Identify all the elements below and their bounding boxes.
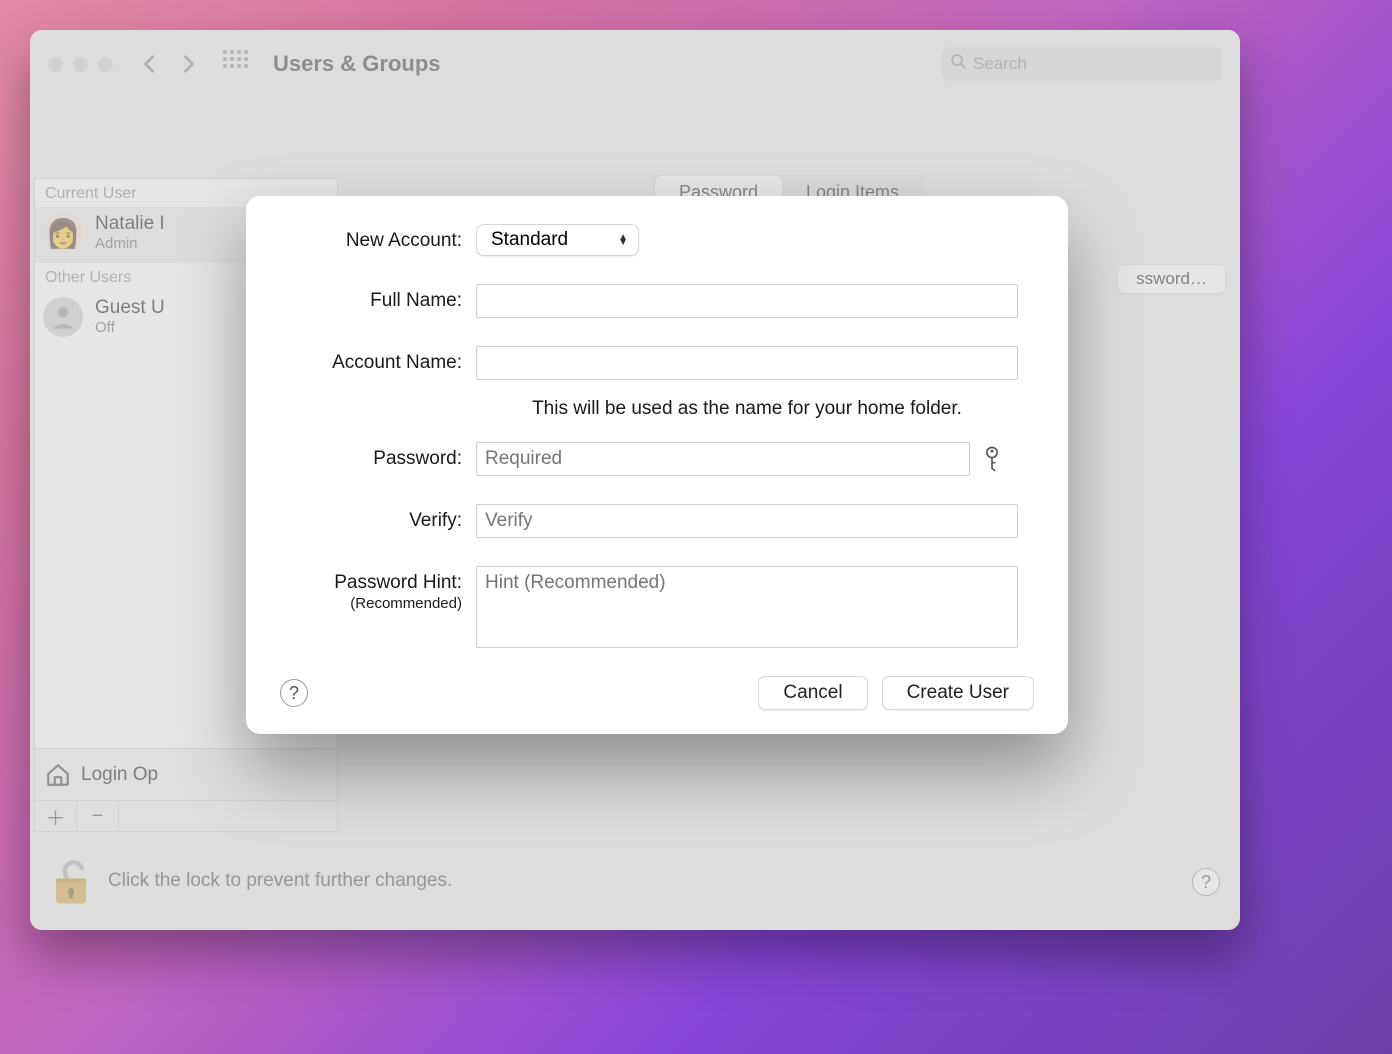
hint-field[interactable] bbox=[476, 566, 1018, 648]
new-account-label: New Account: bbox=[280, 224, 476, 253]
search-input[interactable]: Search bbox=[942, 47, 1222, 81]
user-role: Off bbox=[95, 319, 165, 336]
user-name: Natalie I bbox=[95, 214, 165, 235]
change-password-button[interactable]: ssword… bbox=[1117, 264, 1226, 294]
footer: Click the lock to prevent further change… bbox=[30, 832, 1240, 930]
help-button[interactable]: ? bbox=[280, 679, 308, 707]
lock-icon[interactable] bbox=[50, 856, 92, 906]
full-name-label: Full Name: bbox=[280, 284, 476, 313]
password-label: Password: bbox=[280, 442, 476, 471]
create-user-button[interactable]: Create User bbox=[882, 676, 1034, 710]
lock-help-text: Click the lock to prevent further change… bbox=[108, 870, 452, 892]
close-window-button[interactable] bbox=[48, 57, 63, 72]
new-account-type-value: Standard bbox=[491, 229, 568, 251]
account-name-field[interactable] bbox=[476, 346, 1018, 380]
add-remove-bar: ＋ − bbox=[35, 800, 337, 831]
toolbar: Users & Groups Search bbox=[30, 30, 1240, 98]
user-name: Guest U bbox=[95, 298, 165, 319]
zoom-window-button[interactable] bbox=[98, 57, 113, 72]
key-icon[interactable] bbox=[982, 446, 1002, 472]
account-name-label: Account Name: bbox=[280, 346, 476, 375]
avatar bbox=[43, 297, 83, 337]
full-name-field[interactable] bbox=[476, 284, 1018, 318]
search-placeholder: Search bbox=[973, 54, 1027, 74]
search-icon bbox=[950, 53, 967, 75]
chevron-up-down-icon: ▲▼ bbox=[618, 235, 628, 245]
add-remove-spacer bbox=[119, 801, 337, 831]
new-account-type-select[interactable]: Standard ▲▼ bbox=[476, 224, 639, 256]
remove-user-button[interactable]: − bbox=[77, 801, 119, 831]
account-name-hint: This will be used as the name for your h… bbox=[476, 398, 1018, 420]
cancel-button[interactable]: Cancel bbox=[758, 676, 867, 710]
show-all-icon[interactable] bbox=[223, 50, 251, 78]
verify-field[interactable] bbox=[476, 504, 1018, 538]
home-icon bbox=[45, 762, 71, 788]
login-options-row[interactable]: Login Op bbox=[35, 748, 337, 800]
verify-label: Verify: bbox=[280, 504, 476, 533]
user-role: Admin bbox=[95, 235, 165, 252]
add-user-button[interactable]: ＋ bbox=[35, 801, 77, 831]
login-options-label: Login Op bbox=[81, 764, 158, 786]
back-button[interactable] bbox=[137, 48, 163, 80]
help-button[interactable]: ? bbox=[1192, 868, 1220, 896]
forward-button[interactable] bbox=[175, 48, 201, 80]
avatar: 👩 bbox=[43, 213, 83, 253]
traffic-lights bbox=[48, 57, 113, 72]
minimize-window-button[interactable] bbox=[73, 57, 88, 72]
new-user-sheet: New Account: Standard ▲▼ Full Name: Acco… bbox=[246, 196, 1068, 734]
hint-label: Password Hint: (Recommended) bbox=[280, 566, 476, 614]
window-title: Users & Groups bbox=[273, 51, 441, 77]
password-field[interactable] bbox=[476, 442, 970, 476]
